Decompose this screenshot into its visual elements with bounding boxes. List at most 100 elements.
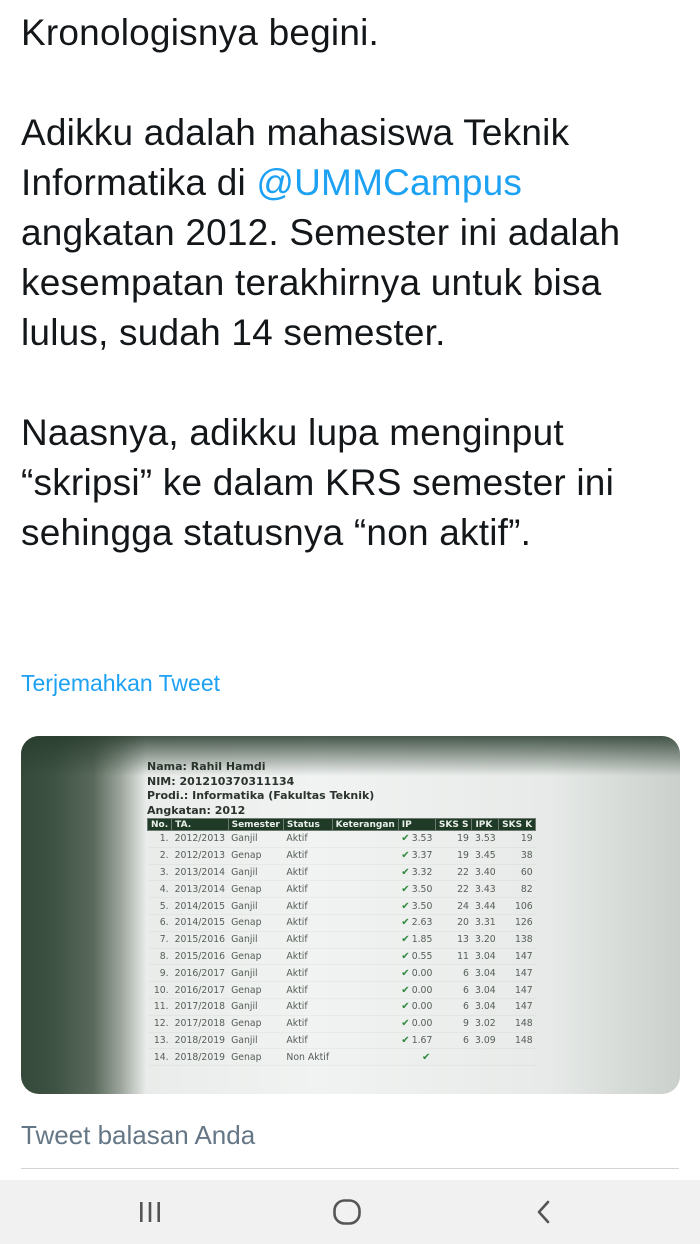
mention-link[interactable]: @UMMCampus bbox=[256, 162, 522, 203]
cell-ta: 2014/2015 bbox=[172, 898, 228, 915]
cell-ip: ✔ 0.00 bbox=[398, 965, 435, 982]
cell-keterangan bbox=[332, 1049, 398, 1066]
cell-status: Aktif bbox=[283, 965, 332, 982]
cell-sks: 11 bbox=[435, 948, 472, 965]
cell-no: 1. bbox=[148, 831, 172, 848]
table-row: 13. 2018/2019 Ganjil Aktif ✔ 1.67 6 3.09 148 bbox=[148, 1032, 536, 1049]
cell-sks: 6 bbox=[435, 982, 472, 999]
cell-ipk: 3.31 bbox=[472, 914, 499, 931]
cell-ip: ✔ 0.00 bbox=[398, 1015, 435, 1032]
table-row: 14. 2018/2019 Genap Non Aktif ✔ bbox=[148, 1049, 536, 1066]
table-row: 8. 2015/2016 Genap Aktif ✔ 0.55 11 3.04 147 bbox=[148, 948, 536, 965]
cell-ta: 2016/2017 bbox=[172, 982, 228, 999]
check-icon: ✔ bbox=[401, 917, 410, 929]
cell-no: 10. bbox=[148, 982, 172, 999]
android-navbar bbox=[0, 1180, 700, 1244]
cell-status: Non Aktif bbox=[283, 1049, 332, 1066]
student-nim: NIM: 201210370311134 bbox=[147, 774, 295, 788]
cell-keterangan bbox=[332, 914, 398, 931]
cell-sem: Ganjil bbox=[228, 998, 283, 1015]
ip-value: 0.00 bbox=[411, 1001, 433, 1013]
cell-ip: ✔ 3.50 bbox=[398, 898, 435, 915]
table-row: 10. 2016/2017 Genap Aktif ✔ 0.00 6 3.04 147 bbox=[148, 982, 536, 999]
table-row: 7. 2015/2016 Ganjil Aktif ✔ 1.85 13 3.20 138 bbox=[148, 931, 536, 948]
cell-ta: 2016/2017 bbox=[172, 965, 228, 982]
check-icon: ✔ bbox=[401, 1001, 410, 1013]
cell-keterangan bbox=[332, 931, 398, 948]
cell-ta: 2013/2014 bbox=[172, 864, 228, 881]
grade-col-header: Status bbox=[282, 818, 333, 831]
table-row: 3. 2013/2014 Ganjil Aktif ✔ 3.32 22 3.40 60 bbox=[148, 864, 536, 881]
table-row: 6. 2014/2015 Genap Aktif ✔ 2.63 20 3.31 126 bbox=[148, 914, 536, 931]
grade-col-header: SKS K bbox=[498, 818, 537, 831]
ip-value: 3.37 bbox=[411, 850, 433, 862]
cell-keterangan bbox=[332, 965, 398, 982]
cell-ipk: 3.04 bbox=[472, 965, 499, 982]
cell-keterangan bbox=[332, 998, 398, 1015]
cell-ta: 2015/2016 bbox=[172, 931, 228, 948]
cell-ipk: 3.04 bbox=[472, 982, 499, 999]
tweet-photo[interactable]: Nama: Rahil Hamdi NIM: 201210370311134 P… bbox=[21, 736, 680, 1094]
cell-ta: 2018/2019 bbox=[172, 1049, 228, 1066]
student-prodi: Prodi.: Informatika (Fakultas Teknik) bbox=[147, 789, 375, 802]
grade-col-header: IPK bbox=[471, 818, 500, 831]
cell-status: Aktif bbox=[283, 998, 332, 1015]
cell-ip: ✔ 1.67 bbox=[398, 1032, 435, 1049]
tweet-text: Kronologisnya begini. Adikku adalah maha… bbox=[21, 8, 681, 558]
cell-ipk: 3.04 bbox=[472, 948, 499, 965]
cell-sks: 22 bbox=[435, 881, 472, 898]
home-icon[interactable] bbox=[327, 1194, 367, 1230]
cell-sem: Genap bbox=[228, 948, 283, 965]
recent-apps-icon[interactable] bbox=[130, 1194, 170, 1230]
ip-value: 3.32 bbox=[411, 866, 433, 878]
check-icon: ✔ bbox=[401, 967, 410, 979]
cell-keterangan bbox=[332, 881, 398, 898]
cell-sksk: 82 bbox=[499, 881, 536, 898]
cell-sksk: 60 bbox=[499, 864, 536, 881]
cell-no: 3. bbox=[148, 864, 172, 881]
reply-input[interactable]: Tweet balasan Anda bbox=[21, 1120, 255, 1151]
check-icon: ✔ bbox=[401, 850, 410, 862]
cell-ipk: 3.02 bbox=[472, 1015, 499, 1032]
cell-ip: ✔ 1.85 bbox=[398, 931, 435, 948]
ip-value: 1.85 bbox=[411, 934, 433, 946]
back-icon[interactable] bbox=[524, 1194, 564, 1230]
cell-ip: ✔ 0.55 bbox=[398, 948, 435, 965]
table-row: 11. 2017/2018 Ganjil Aktif ✔ 0.00 6 3.04 147 bbox=[148, 998, 536, 1015]
cell-ip: ✔ 0.00 bbox=[398, 982, 435, 999]
cell-status: Aktif bbox=[283, 898, 332, 915]
cell-ipk bbox=[472, 1049, 499, 1066]
cell-sks: 20 bbox=[435, 914, 472, 931]
cell-ipk: 3.45 bbox=[472, 847, 499, 864]
cell-sks: 19 bbox=[435, 831, 472, 848]
cell-sks: 6 bbox=[435, 998, 472, 1015]
cell-ta: 2014/2015 bbox=[172, 914, 228, 931]
cell-ta: 2017/2018 bbox=[172, 998, 228, 1015]
cell-sks: 9 bbox=[435, 1015, 472, 1032]
ip-value: 3.50 bbox=[411, 900, 433, 912]
cell-ip: ✔ 0.00 bbox=[398, 998, 435, 1015]
reply-divider bbox=[21, 1168, 679, 1169]
cell-sks: 22 bbox=[435, 864, 472, 881]
cell-sem: Ganjil bbox=[228, 1032, 283, 1049]
cell-ip: ✔ 3.37 bbox=[398, 847, 435, 864]
cell-status: Aktif bbox=[283, 881, 332, 898]
ip-value: 0.00 bbox=[411, 984, 433, 996]
cell-sks: 24 bbox=[435, 898, 472, 915]
cell-sksk: 38 bbox=[499, 847, 536, 864]
cell-ip: ✔ 3.32 bbox=[398, 864, 435, 881]
cell-keterangan bbox=[332, 831, 398, 848]
grade-col-header: No. bbox=[146, 818, 173, 831]
cell-sem: Ganjil bbox=[228, 864, 283, 881]
cell-no: 5. bbox=[148, 898, 172, 915]
translate-tweet-link[interactable]: Terjemahkan Tweet bbox=[21, 670, 220, 697]
cell-no: 14. bbox=[148, 1049, 172, 1066]
cell-sksk: 147 bbox=[499, 982, 536, 999]
ip-value: 3.53 bbox=[411, 833, 433, 845]
table-row: 4. 2013/2014 Genap Aktif ✔ 3.50 22 3.43 82 bbox=[148, 881, 536, 898]
cell-sem: Genap bbox=[228, 914, 283, 931]
cell-status: Aktif bbox=[283, 831, 332, 848]
cell-sksk: 147 bbox=[499, 998, 536, 1015]
cell-status: Aktif bbox=[283, 914, 332, 931]
cell-sem: Genap bbox=[228, 1049, 283, 1066]
